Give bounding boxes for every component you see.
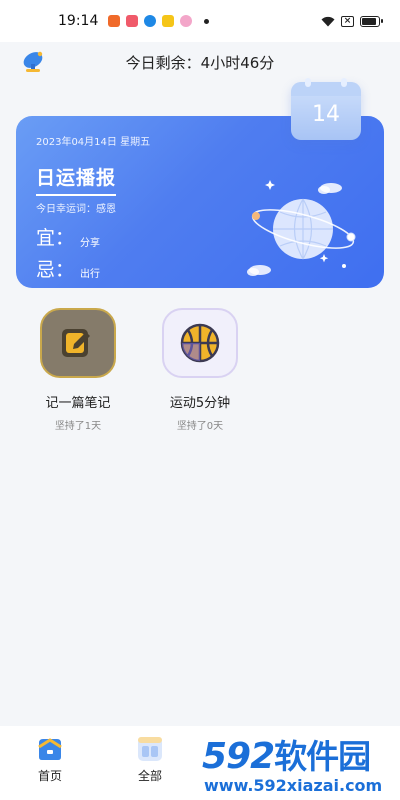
watermark-logo-number: 592 [202, 736, 275, 777]
site-watermark: 592软件园 www.592xiazai.com [198, 726, 400, 800]
battery-icon [360, 15, 383, 27]
fortune-date: 2023年04月14日 星期五 [36, 137, 151, 148]
habit-tile-exercise[interactable] [162, 308, 238, 378]
ji-label: 忌： [36, 259, 75, 281]
habit-streak: 坚持了0天 [176, 421, 224, 432]
yi-label: 宜： [36, 227, 75, 249]
grid-icon [138, 737, 162, 761]
habit-tile-note[interactable] [40, 308, 116, 378]
habit-name: 运动5分钟 [169, 396, 231, 411]
flower-notification-icon [180, 15, 193, 27]
yi-value: 分享 [80, 238, 100, 249]
status-bar: 19:14 × [0, 0, 400, 42]
status-time: 19:14 [58, 13, 99, 29]
watermark-url: www.592xiazai.com [204, 776, 383, 795]
satellite-icon[interactable] [20, 50, 46, 74]
calendar-badge-icon: 14 [291, 78, 361, 140]
tab-label: 首页 [37, 769, 62, 783]
app-notification-icon [108, 15, 121, 27]
habit-item-exercise[interactable]: 运动5分钟 坚持了0天 [140, 308, 260, 432]
play-notification-icon [144, 15, 157, 27]
more-notifications-dot [204, 18, 210, 24]
tab-all[interactable]: 全部 [100, 726, 200, 800]
video-notification-icon [126, 15, 139, 27]
tab-label: 全部 [137, 769, 162, 783]
lucky-word: 今日幸运词：感恩 [36, 204, 116, 215]
calendar-day: 14 [312, 102, 340, 127]
note-notification-icon [162, 15, 175, 27]
watermark-logo-text: 软件园 [274, 737, 371, 776]
habit-item-note[interactable]: 记一篇笔记 坚持了1天 [18, 308, 138, 432]
home-icon [38, 738, 62, 760]
watermark-logo: 592软件园 [202, 730, 371, 778]
remaining-time-label: 今日剩余：4小时46分 [125, 53, 275, 72]
habit-name: 记一篇笔记 [45, 396, 111, 411]
header: 今日剩余：4小时46分 [0, 42, 400, 82]
tab-home[interactable]: 首页 [0, 726, 100, 800]
daily-fortune-card[interactable]: 2023年04月14日 星期五 日运播报 今日幸运词：感恩 宜： 分享 忌： 出… [16, 116, 384, 288]
fortune-title: 日运播报 [36, 163, 117, 196]
pencil-note-icon [62, 329, 90, 357]
no-sim-icon: × [341, 15, 354, 27]
wifi-icon [321, 16, 335, 26]
basketball-icon [180, 323, 220, 363]
habit-streak: 坚持了1天 [54, 421, 102, 432]
ji-value: 出行 [80, 269, 100, 280]
globe-illustration-icon [247, 180, 356, 276]
